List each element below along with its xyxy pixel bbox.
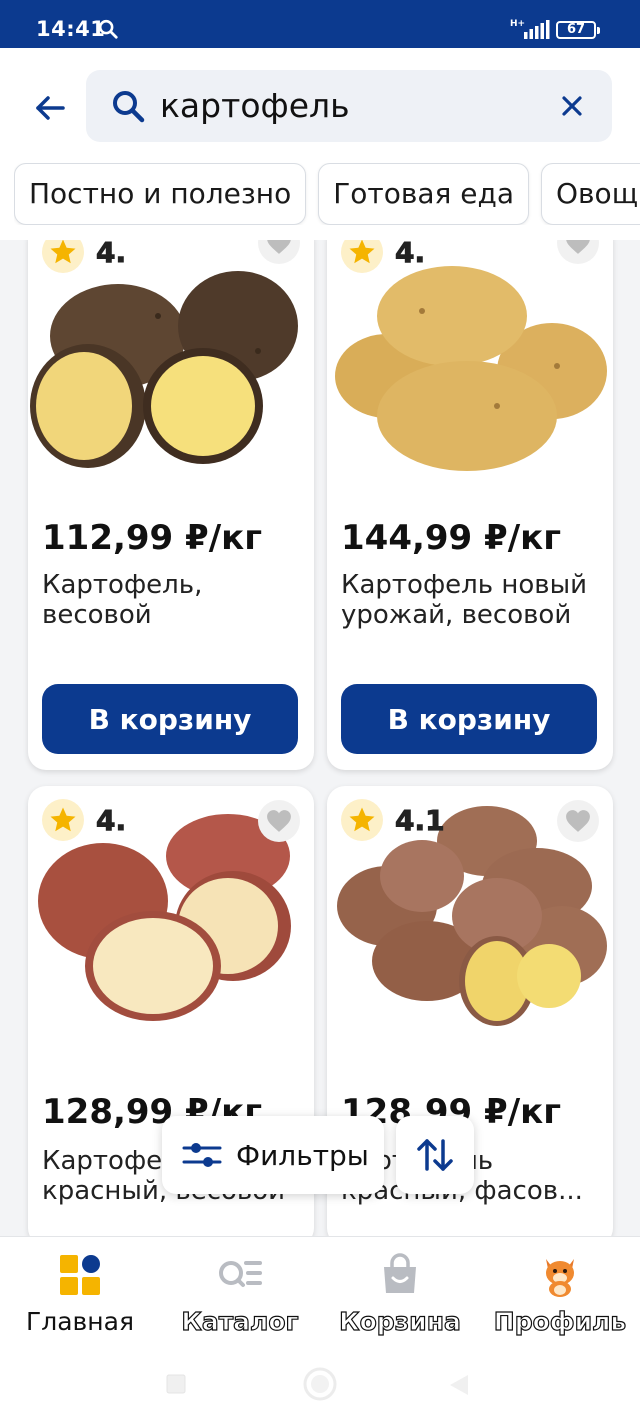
bottom-navigation: Главная Каталог Корзина Профиль <box>0 1236 640 1354</box>
filters-label: Фильтры <box>236 1138 369 1172</box>
star-icon <box>349 240 375 264</box>
filters-button[interactable]: Фильтры <box>162 1116 384 1194</box>
heart-icon <box>267 810 291 832</box>
home-system-icon[interactable] <box>302 1366 338 1402</box>
rating-value: 4. <box>394 240 426 269</box>
heart-icon <box>267 240 291 254</box>
nav-catalog-label: Каталог <box>181 1306 299 1336</box>
sliders-icon <box>182 1143 222 1167</box>
status-bar: 14:41 H+ 67 <box>0 0 640 48</box>
nav-home-label: Главная <box>26 1307 134 1336</box>
search-header: картофель Постно и полезно Готовая еда Ово… <box>0 48 640 240</box>
home-icon <box>60 1255 100 1295</box>
search-icon <box>98 19 118 39</box>
heart-icon <box>566 810 590 832</box>
nav-cart-label: Корзина <box>339 1306 462 1336</box>
rating-badge: 4. <box>42 799 127 841</box>
star-icon <box>50 807 76 832</box>
chip-fasting-healthy[interactable]: Постно и полезно <box>14 163 307 225</box>
nav-profile[interactable]: Профиль <box>480 1237 640 1355</box>
nav-cart[interactable]: Корзина <box>320 1237 480 1355</box>
battery-indicator: 67 <box>556 21 600 39</box>
clear-search-icon[interactable] <box>558 92 586 120</box>
sort-arrows-icon <box>417 1139 453 1171</box>
back-system-icon[interactable] <box>446 1372 472 1398</box>
signal-icon: H+ <box>510 19 550 39</box>
system-navigation-bar <box>0 1354 640 1423</box>
favorite-button[interactable] <box>557 800 599 842</box>
product-price: 144,99 ₽/кг <box>341 518 561 558</box>
rating-value: 4. <box>95 240 127 269</box>
chip-ready-food[interactable]: Готовая еда <box>318 163 530 225</box>
rating-badge: 4. <box>341 240 426 273</box>
search-query: картофель <box>160 86 350 125</box>
nav-home[interactable]: Главная <box>0 1237 160 1355</box>
back-button[interactable] <box>28 86 72 130</box>
heart-icon <box>566 240 590 254</box>
rating-badge: 4. <box>42 240 127 273</box>
search-icon <box>113 91 145 123</box>
product-name: Картофель, весовой <box>42 570 203 630</box>
rating-value: 4. <box>95 803 127 837</box>
rating-badge: 4.1 <box>341 799 446 841</box>
nav-profile-label: Профиль <box>493 1306 627 1336</box>
product-card[interactable]: 4. 144,99 ₽/кг Картофель новый урожай, в… <box>327 240 613 770</box>
search-input[interactable]: картофель <box>86 70 612 142</box>
svg-text:H+: H+ <box>510 19 525 29</box>
filter-bar: Фильтры <box>162 1116 474 1194</box>
category-chips: Постно и полезноГотовая едаОвощи <box>14 163 640 225</box>
add-to-cart-button[interactable]: В корзину <box>42 684 298 754</box>
nav-catalog[interactable]: Каталог <box>160 1237 320 1355</box>
product-image <box>335 266 607 471</box>
product-image <box>30 271 298 468</box>
cart-icon <box>384 1253 416 1293</box>
product-price: 112,99 ₽/кг <box>42 518 262 558</box>
chip-vegetables[interactable]: Овощи <box>541 163 640 225</box>
profile-icon <box>546 1259 574 1297</box>
recent-apps-icon[interactable] <box>164 1372 188 1396</box>
product-grid: 4. 112,99 ₽/кг Картофель, весовой В корз… <box>0 240 640 1236</box>
add-to-cart-button[interactable]: В корзину <box>341 684 597 754</box>
catalog-icon <box>219 1261 262 1287</box>
favorite-button[interactable] <box>258 800 300 842</box>
status-time: 14:41 <box>36 17 106 41</box>
product-name: Картофель новый урожай, весовой <box>341 570 588 630</box>
star-icon <box>349 807 375 832</box>
rating-value: 4.1 <box>395 803 446 837</box>
sort-button[interactable] <box>396 1116 474 1194</box>
star-icon <box>50 240 76 264</box>
product-card[interactable]: 4. 112,99 ₽/кг Картофель, весовой В корз… <box>28 240 314 770</box>
arrow-left-icon <box>36 96 65 120</box>
